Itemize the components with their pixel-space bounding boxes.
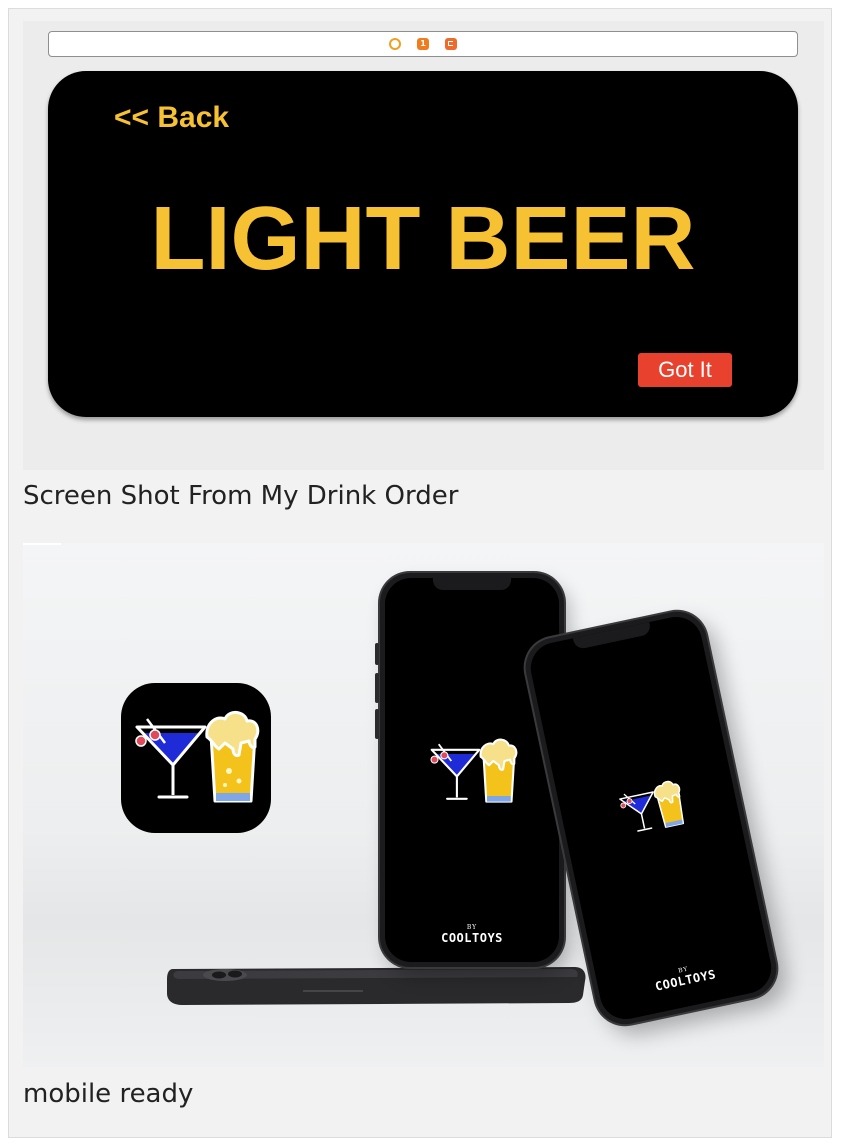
phone-front: BY COOLTOYS — [375, 573, 564, 967]
brand-by: BY — [466, 924, 478, 931]
mute-switch — [375, 643, 379, 665]
cocktail-glass-icon — [135, 718, 207, 799]
device-screen: << Back LIGHT BEER Got It — [48, 71, 798, 417]
got-it-button[interactable]: Got It — [638, 353, 732, 387]
volume-down-button — [375, 709, 379, 739]
phone-notch — [433, 578, 511, 590]
scene-dock-bar: 1 — [48, 31, 798, 57]
phone-notch — [572, 622, 652, 651]
first-responder-icon: 1 — [417, 38, 429, 50]
brand-name: COOLTOYS — [441, 931, 503, 945]
brand-logo: BY COOLTOYS — [598, 949, 773, 1006]
image-corner-mark — [23, 543, 61, 545]
page: 1 << Back LIGHT BEER Got It Screen Shot … — [0, 0, 842, 1148]
exit-icon — [445, 38, 457, 50]
caption-screenshot: Screen Shot From My Drink Order — [23, 481, 459, 511]
caption-mockup: mobile ready — [23, 1079, 194, 1109]
cocktail-beer-icon — [135, 711, 260, 803]
brand-logo: BY COOLTOYS — [385, 924, 559, 945]
beer-glass-icon — [205, 711, 260, 803]
cocktail-beer-icon — [430, 738, 518, 803]
phone-front-screen: BY COOLTOYS — [385, 578, 559, 962]
cocktail-beer-icon — [619, 780, 685, 832]
back-button[interactable]: << Back — [114, 101, 229, 135]
mobile-mockup-image: BY COOLTOYS BY COOLTOYS — [23, 543, 824, 1067]
app-icon — [121, 683, 271, 833]
volume-up-button — [375, 673, 379, 703]
view-controller-icon — [389, 38, 401, 50]
drink-title: LIGHT BEER — [150, 189, 696, 289]
content-card: 1 << Back LIGHT BEER Got It Screen Shot … — [8, 8, 832, 1138]
phone-lying-flat — [163, 961, 589, 1007]
storyboard-screenshot: 1 << Back LIGHT BEER Got It — [23, 21, 824, 470]
